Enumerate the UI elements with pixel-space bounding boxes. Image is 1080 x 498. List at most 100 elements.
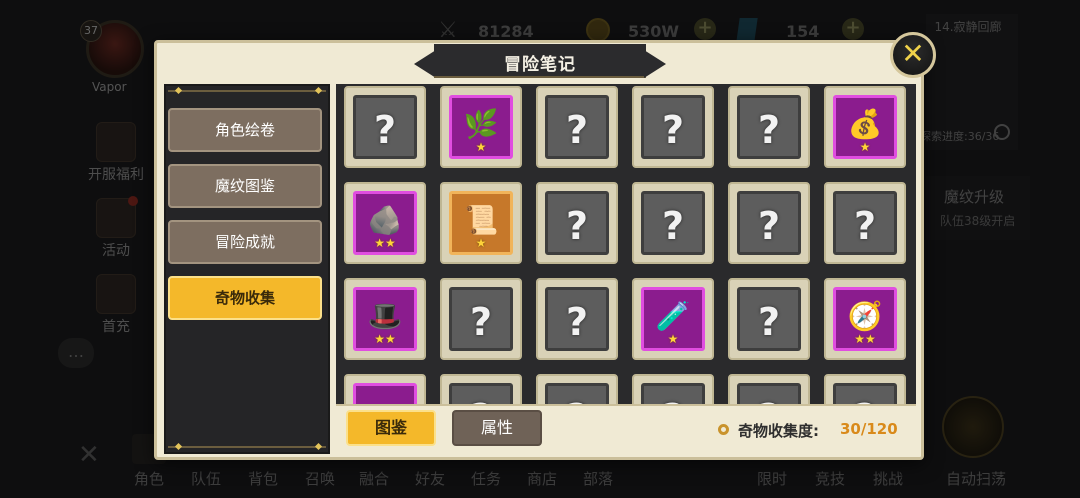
- unknown-item-frame: ?: [545, 383, 609, 404]
- collection-slot[interactable]: 🧪 ★: [632, 278, 714, 360]
- nav-friends[interactable]: 好友: [408, 468, 452, 489]
- rune-upgrade-subtitle: 队伍38级开启: [940, 214, 1016, 228]
- question-mark-icon: ?: [548, 396, 606, 404]
- collection-slot[interactable]: ?: [536, 278, 618, 360]
- star-rating: ★★: [374, 236, 396, 250]
- question-mark-icon: ?: [661, 204, 685, 248]
- unknown-item-frame: ?: [449, 287, 513, 351]
- collection-slot[interactable]: ?: [728, 86, 810, 168]
- collection-slot[interactable]: ?: [728, 278, 810, 360]
- question-mark-icon: ?: [469, 300, 493, 344]
- side-panel-divider-top: [168, 90, 326, 92]
- add-gold-button[interactable]: +: [694, 18, 716, 40]
- left-menu-label: 活动: [102, 243, 130, 259]
- question-mark-icon: ?: [757, 204, 781, 248]
- unknown-item-frame: ?: [353, 95, 417, 159]
- crossed-swords-icon: ✕: [78, 440, 100, 470]
- add-gem-button[interactable]: +: [842, 18, 864, 40]
- gem-icon: [736, 18, 758, 42]
- stage-progress: 探索进度:36/36: [920, 130, 1000, 143]
- orange-item-frame: 📜 ★: [449, 191, 513, 255]
- collection-slot[interactable]: 🪨 ★★: [344, 182, 426, 264]
- left-menu-item-first-charge[interactable]: 首充: [80, 274, 152, 336]
- nav-limited[interactable]: 限时: [750, 468, 794, 489]
- collection-slot[interactable]: ?: [632, 374, 714, 404]
- collection-grid: ?🌿★???💰★🪨★★📜★????🎩★★??🧪★?🧭★★?????: [336, 84, 916, 404]
- close-button[interactable]: ✕: [890, 32, 936, 78]
- tab-codex[interactable]: 图鉴: [346, 410, 436, 446]
- nav-team[interactable]: 队伍: [184, 468, 228, 489]
- rune-upgrade-title: 魔纹升级: [944, 188, 1005, 206]
- collection-slot[interactable]: 🎩 ★★: [344, 278, 426, 360]
- tab-character-scroll[interactable]: 角色绘卷: [168, 108, 322, 152]
- question-mark-icon: ?: [757, 300, 781, 344]
- collection-slot[interactable]: 🧭 ★★: [824, 278, 906, 360]
- purple-item-frame: 💰 ★: [833, 95, 897, 159]
- collection-slot[interactable]: ?: [440, 374, 522, 404]
- collection-slot[interactable]: ?: [824, 374, 906, 404]
- tab-rune-codex[interactable]: 魔纹图鉴: [168, 164, 322, 208]
- unknown-item-frame: ?: [641, 191, 705, 255]
- purple-item-frame: 🧭 ★★: [833, 287, 897, 351]
- first-charge-icon: [96, 274, 136, 314]
- nav-auto-sweep[interactable]: 自动扫荡: [940, 468, 1012, 489]
- collection-slot[interactable]: ?: [536, 182, 618, 264]
- collection-slot[interactable]: ?: [632, 182, 714, 264]
- star-rating: ★★: [854, 332, 876, 346]
- nav-challenge[interactable]: 挑战: [866, 468, 910, 489]
- collection-slot[interactable]: ?: [536, 86, 618, 168]
- search-icon[interactable]: [994, 124, 1010, 140]
- collection-slot[interactable]: 🌿 ★: [440, 86, 522, 168]
- collection-bullet-icon: [718, 424, 729, 435]
- compass-dial-icon: 🧭: [847, 299, 883, 333]
- potion-icon: 🧪: [655, 299, 691, 333]
- collection-slot[interactable]: ?: [440, 278, 522, 360]
- purple-item-frame: 🌿 ★: [449, 95, 513, 159]
- left-menu-item-event[interactable]: 活动: [80, 196, 152, 260]
- nav-tasks[interactable]: 任务: [464, 468, 508, 489]
- scroll-quill-icon: 📜: [463, 203, 499, 237]
- nav-fusion[interactable]: 融合: [352, 468, 396, 489]
- tab-attributes[interactable]: 属性: [452, 410, 542, 446]
- star-rating: ★★: [374, 332, 396, 346]
- collection-slot[interactable]: ?: [824, 182, 906, 264]
- tab-curio-collection[interactable]: 奇物收集: [168, 276, 322, 320]
- question-mark-icon: ?: [836, 396, 894, 404]
- question-mark-icon: ?: [373, 108, 397, 152]
- tab-adventure-achievements[interactable]: 冒险成就: [168, 220, 322, 264]
- question-mark-icon: ?: [565, 300, 589, 344]
- nav-bag[interactable]: 背包: [241, 468, 285, 489]
- chat-button[interactable]: …: [58, 338, 94, 368]
- crossed-swords-close-icon: ✕: [901, 37, 925, 70]
- star-rating: ★: [667, 332, 679, 346]
- nav-character[interactable]: 角色: [127, 468, 171, 489]
- unknown-item-frame: ?: [737, 383, 801, 404]
- nav-tribe[interactable]: 部落: [576, 468, 620, 489]
- collection-slot[interactable]: ?: [728, 374, 810, 404]
- unknown-item-frame: ?: [737, 191, 801, 255]
- collection-slot[interactable]: 💰 ★: [824, 86, 906, 168]
- player-name: Vapor: [92, 80, 127, 94]
- collection-slot[interactable]: ?: [344, 86, 426, 168]
- collection-slot[interactable]: [344, 374, 426, 404]
- left-menu-item-welfare[interactable]: 开服福利: [80, 122, 152, 184]
- treasure-bag-icon: 💰: [847, 107, 883, 141]
- auto-sweep-icon[interactable]: [942, 396, 1004, 458]
- nav-arena[interactable]: 竞技: [808, 468, 852, 489]
- nav-shop[interactable]: 商店: [520, 468, 564, 489]
- collection-slot[interactable]: 📜 ★: [440, 182, 522, 264]
- purple-item-frame: 🪨 ★★: [353, 191, 417, 255]
- gift-icon: [96, 122, 136, 162]
- question-mark-icon: ?: [565, 204, 589, 248]
- collection-slot[interactable]: ?: [536, 374, 618, 404]
- modal-title: 冒险笔记: [504, 55, 576, 75]
- question-mark-icon: ?: [853, 204, 877, 248]
- collection-slot[interactable]: ?: [728, 182, 810, 264]
- question-mark-icon: ?: [565, 108, 589, 152]
- collection-slot[interactable]: ?: [632, 86, 714, 168]
- nav-summon[interactable]: 召唤: [298, 468, 342, 489]
- unknown-item-frame: ?: [833, 191, 897, 255]
- question-mark-icon: ?: [644, 396, 702, 404]
- side-panel-divider-bottom: [168, 446, 326, 448]
- player-level-badge: 37: [80, 20, 102, 42]
